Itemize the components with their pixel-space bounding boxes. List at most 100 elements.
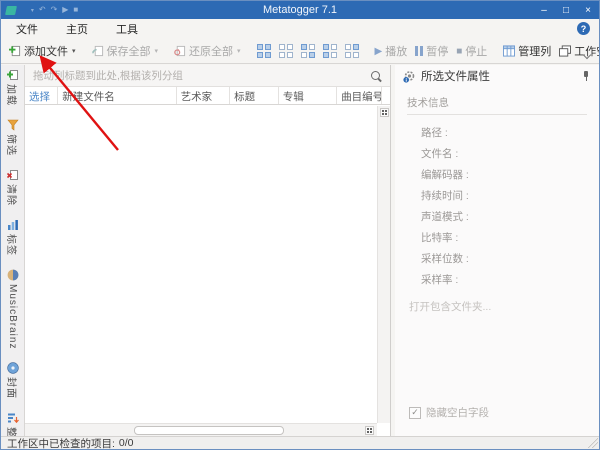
organize-icon [7,413,19,424]
sidebar-item-load[interactable]: 加载 [5,69,20,106]
resize-grip[interactable] [588,438,598,448]
scrollbar-menu-icon [381,110,387,115]
column-header-artist[interactable]: 艺术家 [177,87,231,104]
manage-columns-icon [503,45,516,57]
check-selected-icon[interactable] [322,44,337,58]
play-label: 播放 [385,46,408,58]
clean-icon [6,170,18,180]
column-header-row: 选择 新建文件名 艺术家 标题 专辑 曲目编号 [25,87,390,105]
field-filename: 文件名 : [421,148,459,160]
tab-home[interactable]: 主页 [65,19,89,41]
hide-empty-fields-checkbox[interactable]: ✓ [409,406,421,419]
add-files-label: 添加文件 [24,46,68,58]
hide-empty-fields-row: ✓ 隐藏空白字段 [409,405,489,420]
pause-label: 暂停 [426,46,449,58]
qat-play-icon[interactable]: ▶ [62,1,68,19]
restore-all-button[interactable]: 还原全部 ▾ [170,41,245,61]
sidebar-item-label: 标签 [5,234,16,256]
status-value: 0/0 [118,437,134,449]
properties-panel-title: 所选文件属性 [421,71,490,83]
qat-save-caret-icon[interactable]: ▾ [31,7,34,14]
search-icon[interactable] [370,70,382,82]
invert-check-icon[interactable] [300,44,315,58]
sidebar-item-label: 封面 [5,377,16,400]
save-all-label: 保存全部 [106,46,151,58]
collapse-ribbon-icon[interactable] [583,51,591,59]
file-list-area: 拖动列标题到此处,根据该列分组 选择 新建文件名 艺术家 标题 专辑 曲目编号 [25,65,391,436]
workspace-button[interactable]: 工作空间 ▾ [555,41,599,61]
save-all-icon [91,45,103,57]
close-button[interactable]: × [577,1,599,19]
workspace-icon [559,45,572,57]
app-window: ■ ▾ ↶ ↷ ▶ ■ Metatogger 7.1 – □ × 文件 主页 工… [0,0,600,450]
cover-icon [6,362,19,375]
properties-gear-icon [403,70,415,83]
stop-icon: ■ [456,45,463,57]
field-codec: 编解码器 : [421,169,469,181]
play-button[interactable]: ▶ 播放 [371,41,412,61]
vertical-scrollbar[interactable] [377,106,390,423]
play-icon: ▶ [374,45,383,57]
manage-columns-button[interactable]: 管理列 [499,41,555,61]
sidebar-item-label: MusicBrainz [7,284,18,350]
horizontal-scrollbar[interactable] [25,423,377,436]
field-sample-bits: 采样位数 : [421,253,469,265]
sidebar-item-label: 筛选 [5,134,16,156]
save-all-button[interactable]: 保存全部 ▾ [88,41,163,61]
sidebar-item-tag[interactable]: 标签 [5,219,20,256]
scrollbar-menu-button[interactable] [379,108,389,117]
open-containing-folder-link[interactable]: 打开包含文件夹... [409,299,599,314]
help-icon[interactable]: ? [577,22,590,35]
status-label: 工作区中已检查的项目: [7,437,115,450]
field-sample-rate: 采样率 : [421,274,459,286]
minimize-button[interactable]: – [533,1,555,19]
pause-button[interactable]: 暂停 [411,41,452,61]
column-header-new-filename[interactable]: 新建文件名 [58,87,177,104]
group-by-bar[interactable]: 拖动列标题到此处,根据该列分组 [25,65,390,87]
add-files-button[interactable]: 添加文件 ▾ [5,41,80,61]
column-header-title[interactable]: 标题 [230,87,279,104]
scrollbar-menu-icon [367,427,372,433]
quick-access-toolbar: ■ ▾ ↶ ↷ ▶ ■ [1,1,78,19]
app-logo-icon[interactable] [5,5,17,15]
properties-panel: 所选文件属性 技术信息 路径 : 文件名 : 编解码器 : 持续时间 : 声道模… [395,65,599,436]
tab-file[interactable]: 文件 [15,19,39,39]
qat-undo-icon[interactable]: ↶ [39,1,46,19]
horizontal-scrollbar-button[interactable] [365,425,374,435]
restore-all-icon [174,45,186,57]
file-list-body[interactable] [25,106,377,423]
save-all-caret-icon: ▾ [154,48,159,55]
column-header-select[interactable]: 选择 [25,87,59,104]
maximize-button[interactable]: □ [555,1,577,19]
hide-empty-fields-label: 隐藏空白字段 [426,407,489,419]
restore-all-caret-icon: ▾ [237,48,241,55]
column-header-track-number[interactable]: 曲目编号 [337,87,382,104]
sidebar-item-filter[interactable]: 筛选 [5,119,20,156]
load-icon [6,70,18,80]
qat-redo-icon[interactable]: ↷ [51,1,58,19]
uncheck-selected-icon[interactable] [344,44,359,58]
ribbon-toolbar: 添加文件 ▾ 保存全部 ▾ 还原全部 ▾ ▶ 播放 暂停 ■ 停止 管理列 工作 [1,39,599,64]
field-bitrate: 比特率 : [421,232,459,244]
pin-icon[interactable] [581,70,591,82]
add-file-icon [9,45,21,57]
properties-panel-header: 所选文件属性 [395,65,599,87]
sidebar-item-clean[interactable]: 清除 [5,169,20,206]
pause-icon [415,46,424,56]
stop-button[interactable]: ■ 停止 [452,41,491,61]
title-bar: ■ ▾ ↶ ↷ ▶ ■ Metatogger 7.1 – □ × [1,1,599,19]
status-bar: 工作区中已检查的项目: 0/0 [1,436,599,449]
sidebar-item-label: 清除 [5,184,16,206]
column-header-album[interactable]: 专辑 [279,87,338,104]
field-channel-mode: 声道模式 : [421,211,469,223]
uncheck-all-icon[interactable] [278,44,293,58]
sidebar-item-musicbrainz[interactable]: MusicBrainz [7,269,19,349]
tag-icon [7,220,18,230]
check-all-icon[interactable] [256,44,271,58]
musicbrainz-icon [7,269,18,281]
left-panel-bar: 加载 筛选 清除 标签 MusicBrainz 封面 [1,65,25,449]
qat-stop-icon[interactable]: ■ [73,1,78,19]
sidebar-item-covers[interactable]: 封面 [5,362,20,399]
tab-tools[interactable]: 工具 [115,19,139,39]
horizontal-scrollbar-thumb[interactable] [134,425,284,435]
